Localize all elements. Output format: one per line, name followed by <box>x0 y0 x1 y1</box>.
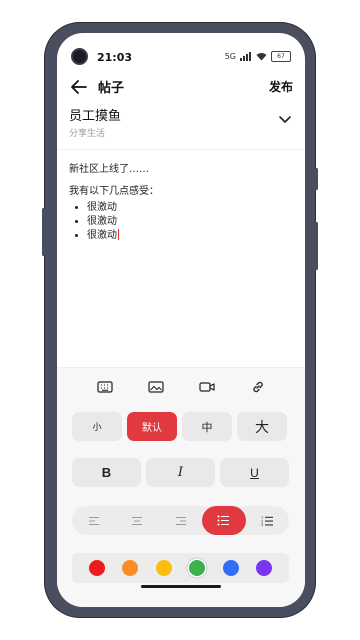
signal-icon <box>240 52 251 61</box>
publish-button[interactable]: 发布 <box>269 78 293 95</box>
status-bar: 21:03 5G 67 <box>57 33 305 67</box>
wifi-icon <box>256 53 267 61</box>
screen: 21:03 5G 67 帖子 发布 员工摸鱼 分享生活 新社区上线了…… 我有以… <box>57 33 305 607</box>
app-bar: 帖子 发布 <box>57 75 305 105</box>
list-item: 很激动 <box>87 229 295 243</box>
text-style-row: B I U <box>72 458 289 487</box>
home-indicator[interactable] <box>141 585 221 588</box>
group-selector[interactable]: 员工摸鱼 分享生活 <box>69 105 295 145</box>
numbered-list-icon: 123 <box>261 515 273 527</box>
group-subtitle: 分享生活 <box>69 129 106 139</box>
color-swatch-green[interactable] <box>189 560 206 576</box>
list-item-text: 很激动 <box>87 230 117 241</box>
size-default-button[interactable]: 默认 <box>127 412 177 441</box>
network-label: 5G <box>224 52 236 61</box>
italic-button[interactable]: I <box>146 458 215 487</box>
color-swatch-orange[interactable] <box>122 560 139 576</box>
chevron-down-icon[interactable] <box>277 111 293 127</box>
power-button <box>315 168 318 190</box>
numbered-list-button[interactable]: 123 <box>246 506 289 535</box>
volume-button <box>42 208 45 256</box>
link-icon[interactable] <box>247 376 269 398</box>
align-right-button[interactable] <box>159 506 202 535</box>
size-large-button[interactable]: 大 <box>237 412 287 441</box>
list-item: 很激动 <box>87 215 295 229</box>
color-swatch-yellow[interactable] <box>155 560 172 576</box>
status-icons: 5G 67 <box>225 51 291 62</box>
video-icon[interactable] <box>196 376 218 398</box>
color-swatch-purple[interactable] <box>256 560 273 576</box>
svg-text:3: 3 <box>261 523 263 527</box>
bullet-list-button[interactable] <box>202 506 246 535</box>
text-cursor <box>118 229 119 240</box>
alignment-selector: 123 <box>72 506 289 535</box>
image-icon[interactable] <box>145 376 167 398</box>
color-swatch-red[interactable] <box>88 560 105 576</box>
color-swatch-blue[interactable] <box>222 560 239 576</box>
size-medium-button[interactable]: 中 <box>182 412 232 441</box>
battery-icon: 67 <box>271 51 291 62</box>
content-line: 我有以下几点感受： <box>69 186 159 197</box>
align-center-icon <box>132 516 143 525</box>
bullet-list-icon <box>217 515 230 526</box>
bullet-list: 很激动 很激动 很激动 <box>69 201 295 243</box>
keyboard-icon[interactable] <box>94 376 116 398</box>
front-camera <box>73 50 86 63</box>
post-editor[interactable]: 新社区上线了…… 我有以下几点感受： 很激动 很激动 很激动 <box>69 163 295 243</box>
content-line: 新社区上线了…… <box>69 164 149 175</box>
back-arrow-icon[interactable] <box>67 75 91 99</box>
color-picker <box>72 553 289 583</box>
status-time: 21:03 <box>97 51 133 64</box>
format-panel: 小 默认 中 大 B I U 123 <box>57 367 305 607</box>
list-item: 很激动 <box>87 201 295 215</box>
divider <box>57 149 305 150</box>
insert-toolbar <box>57 374 305 400</box>
side-button <box>315 222 318 270</box>
align-left-icon <box>88 516 99 525</box>
underline-button[interactable]: U <box>220 458 289 487</box>
page-title: 帖子 <box>98 81 125 96</box>
group-name: 员工摸鱼 <box>69 109 122 124</box>
align-right-icon <box>175 516 186 525</box>
align-left-button[interactable] <box>72 506 115 535</box>
align-center-button[interactable] <box>115 506 158 535</box>
size-small-button[interactable]: 小 <box>72 412 122 441</box>
font-size-selector: 小 默认 中 大 <box>72 412 287 441</box>
bold-button[interactable]: B <box>72 458 141 487</box>
